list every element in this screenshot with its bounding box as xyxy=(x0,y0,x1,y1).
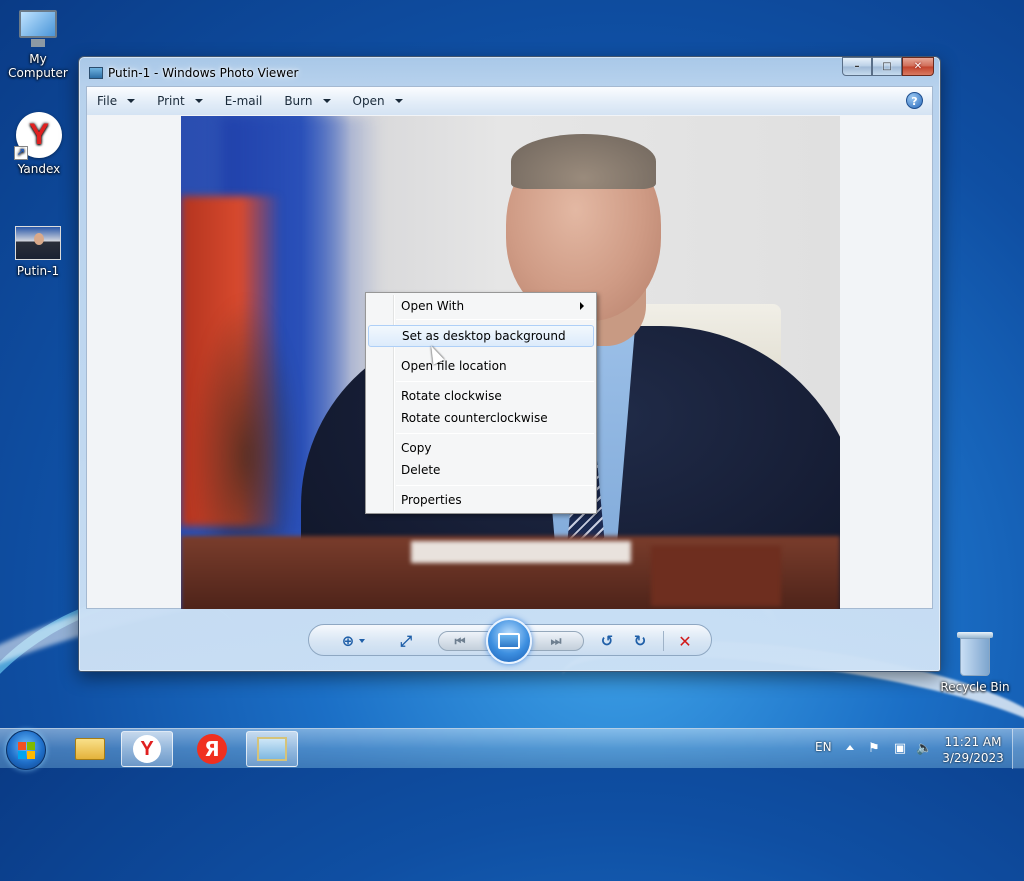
start-button[interactable] xyxy=(6,730,46,770)
yandex-browser-icon: Y ↗ xyxy=(14,112,62,160)
previous-icon[interactable]: ⏮ xyxy=(449,631,471,651)
actual-size-icon[interactable]: ⤢ xyxy=(395,631,417,651)
context-item-open-file-location[interactable]: Open file location xyxy=(368,355,594,377)
context-item-label: Open With xyxy=(401,299,465,313)
show-hidden-icons-icon[interactable] xyxy=(846,745,854,750)
context-menu: Open With Set as desktop background Open… xyxy=(365,292,597,514)
divider xyxy=(663,631,664,651)
caption-buttons: – □ ✕ xyxy=(842,57,934,76)
windows-logo-icon xyxy=(18,742,36,760)
taskbar-yandex-button[interactable]: Я xyxy=(186,731,238,767)
desktop-icon-putin-1[interactable]: Putin-1 xyxy=(0,226,76,278)
menu-separator xyxy=(396,319,594,320)
rotate-counterclockwise-icon[interactable]: ↺ xyxy=(596,631,618,651)
menu-separator xyxy=(396,433,594,434)
desktop-icon-label: Putin-1 xyxy=(16,264,60,278)
context-item-label: Copy xyxy=(401,441,432,455)
desktop-icon-label: My Computer xyxy=(8,52,68,80)
minimize-button[interactable]: – xyxy=(842,57,872,76)
menu-label: Print xyxy=(157,94,185,108)
chevron-down-icon xyxy=(127,99,136,103)
chevron-right-icon xyxy=(580,302,584,310)
recycle-bin-icon xyxy=(957,632,993,676)
menu-label: File xyxy=(97,94,118,108)
shortcut-arrow-icon: ↗ xyxy=(14,146,28,160)
maximize-icon: □ xyxy=(882,61,892,72)
help-icon[interactable]: ? xyxy=(906,92,923,109)
menu-separator xyxy=(396,381,594,382)
close-icon: ✕ xyxy=(913,61,923,72)
system-clock[interactable]: 11:21 AM 3/29/2023 xyxy=(938,734,1008,766)
clock-date: 3/29/2023 xyxy=(942,751,1004,765)
chevron-down-icon xyxy=(322,99,331,103)
taskbar: Y Я EN ⚑ ▣ 🔈 11:21 AM 3/29/2023 xyxy=(0,728,1024,770)
zoom-dropdown-icon[interactable] xyxy=(357,631,367,651)
taskbar-explorer-button[interactable] xyxy=(64,731,116,767)
menu-print[interactable]: Print xyxy=(157,94,203,108)
menu-open[interactable]: Open xyxy=(353,94,403,108)
yandex-browser-icon: Y xyxy=(133,735,161,763)
desktop-icon-recycle-bin[interactable]: Recycle Bin xyxy=(937,632,1013,694)
show-desktop-button[interactable] xyxy=(1012,729,1024,769)
computer-icon xyxy=(15,8,61,48)
language-indicator[interactable]: EN xyxy=(815,740,832,754)
desktop-icon-my-computer[interactable]: My Computer xyxy=(0,8,76,80)
action-center-flag-icon[interactable]: ⚑ xyxy=(866,741,882,757)
context-item-open-with[interactable]: Open With xyxy=(368,295,594,317)
menu-burn[interactable]: Burn xyxy=(284,94,331,108)
context-item-label: Set as desktop background xyxy=(402,329,566,343)
context-item-label: Properties xyxy=(401,493,462,507)
context-item-properties[interactable]: Properties xyxy=(368,489,594,511)
close-button[interactable]: ✕ xyxy=(902,57,934,76)
minimize-icon: – xyxy=(854,61,860,72)
window-title: Putin-1 - Windows Photo Viewer xyxy=(108,66,299,80)
photo-viewer-icon xyxy=(257,737,287,761)
context-item-delete[interactable]: Delete xyxy=(368,459,594,481)
command-bar: File Print E-mail Burn Open ? xyxy=(86,86,933,115)
slideshow-icon xyxy=(498,633,520,649)
rotate-clockwise-icon[interactable]: ↻ xyxy=(629,631,651,651)
taskbar-photo-viewer-button[interactable] xyxy=(246,731,298,767)
menu-email[interactable]: E-mail xyxy=(225,94,263,108)
context-item-rotate-counterclockwise[interactable]: Rotate counterclockwise xyxy=(368,407,594,429)
taskbar-yandex-browser-button[interactable]: Y xyxy=(121,731,173,767)
context-item-set-as-desktop-background[interactable]: Set as desktop background xyxy=(368,325,594,347)
desktop-icon-yandex[interactable]: Y ↗ Yandex xyxy=(1,112,77,176)
menu-label: E-mail xyxy=(224,94,263,108)
slideshow-button[interactable] xyxy=(486,618,532,664)
chevron-down-icon xyxy=(394,99,403,103)
maximize-button[interactable]: □ xyxy=(872,57,902,76)
context-item-label: Open file location xyxy=(401,359,507,373)
image-thumbnail-icon xyxy=(15,226,61,260)
photo-viewer-app-icon[interactable] xyxy=(89,67,103,79)
delete-icon[interactable]: ✕ xyxy=(674,631,696,651)
desktop-icon-label: Recycle Bin xyxy=(940,680,1010,694)
context-item-label: Rotate counterclockwise xyxy=(401,411,548,425)
chevron-down-icon xyxy=(194,99,203,103)
next-icon[interactable]: ⏭ xyxy=(545,631,567,651)
clock-time: 11:21 AM xyxy=(944,735,1002,749)
desktop-icon-label: Yandex xyxy=(17,162,61,176)
menu-label: Burn xyxy=(284,94,313,108)
yandex-icon: Я xyxy=(197,734,227,764)
context-item-label: Rotate clockwise xyxy=(401,389,502,403)
context-item-rotate-clockwise[interactable]: Rotate clockwise xyxy=(368,385,594,407)
zoom-icon[interactable]: ⊕ xyxy=(337,631,359,651)
menu-label: Open xyxy=(352,94,385,108)
network-icon[interactable]: ▣ xyxy=(892,741,908,757)
context-item-copy[interactable]: Copy xyxy=(368,437,594,459)
context-item-label: Delete xyxy=(401,463,441,477)
folder-icon xyxy=(75,738,105,760)
menu-separator xyxy=(396,485,594,486)
title-bar[interactable]: Putin-1 - Windows Photo Viewer – □ ✕ xyxy=(79,57,940,87)
menu-file[interactable]: File xyxy=(97,94,136,108)
playback-controls: ⊕ ⤢ ⏮ ⏭ ↺ ↻ ✕ xyxy=(308,618,712,664)
volume-muted-icon[interactable]: 🔈 xyxy=(916,741,932,757)
